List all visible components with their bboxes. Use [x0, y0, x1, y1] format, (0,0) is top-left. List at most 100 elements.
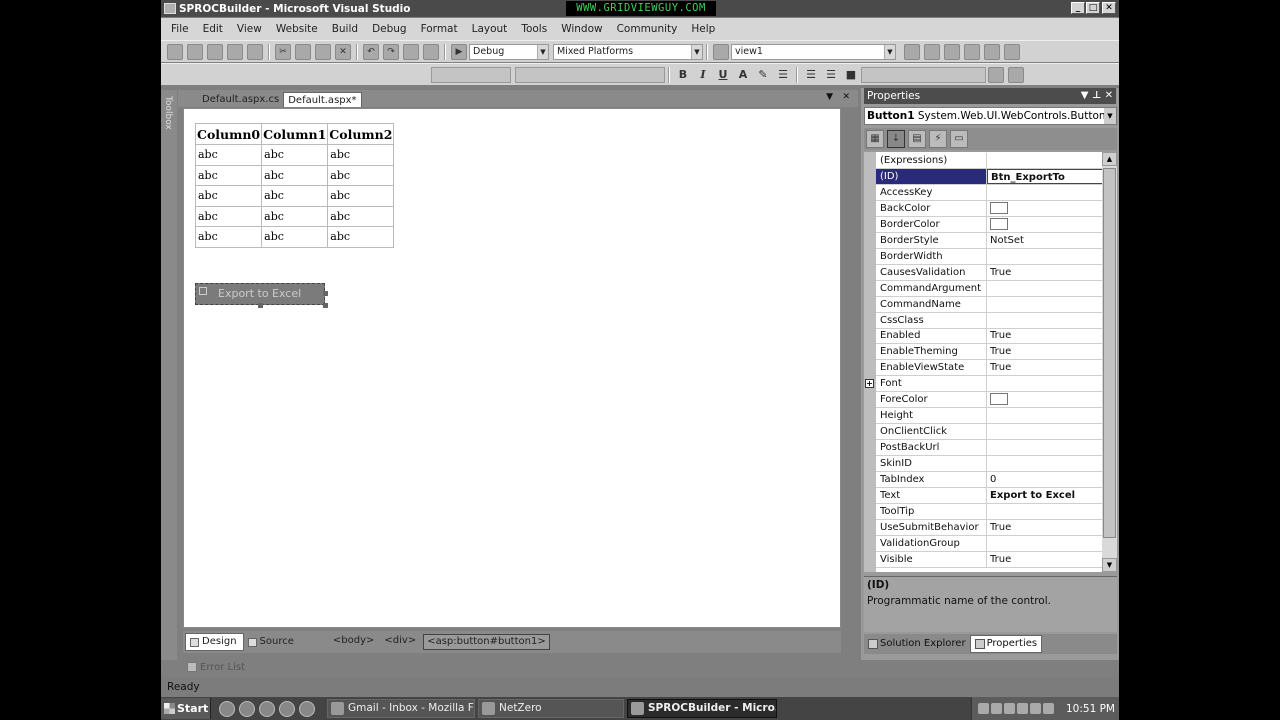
tab-properties[interactable]: Properties	[969, 635, 1043, 653]
gridview-control[interactable]: Column0 Column1 Column2 abc abc abc abc abc…	[194, 123, 395, 248]
tray-icon[interactable]	[991, 703, 1002, 714]
design-surface[interactable]: Column0 Column1 Column2 abc abc abc abc abc…	[183, 108, 841, 628]
property-row[interactable]: EnableTheming True	[876, 344, 1105, 361]
property-row[interactable]: Font	[876, 376, 1105, 393]
property-row[interactable]: CommandArgument	[876, 280, 1105, 297]
find-in-files-icon[interactable]	[713, 43, 729, 60]
resize-handle[interactable]	[323, 291, 328, 296]
chevron-down-icon[interactable]: ▼	[826, 92, 833, 102]
property-value[interactable]	[987, 424, 1105, 439]
tab-default-aspx[interactable]: Default.aspx*	[283, 92, 362, 107]
task-visual-studio[interactable]: SPROCBuilder - Micro...	[627, 699, 777, 718]
property-value[interactable]	[987, 456, 1105, 471]
font-color-icon[interactable]: A	[734, 67, 752, 83]
italic-icon[interactable]: I	[694, 67, 712, 83]
toolbar-combo-disabled[interactable]	[861, 66, 986, 83]
justify-icon[interactable]: ☰	[774, 67, 792, 83]
color-swatch[interactable]	[990, 201, 1008, 214]
property-row[interactable]: Text Export to Excel	[876, 487, 1105, 504]
property-value[interactable]: True	[987, 552, 1105, 567]
pin-icon[interactable]: ⊥	[1092, 90, 1101, 101]
menu-edit[interactable]: Edit	[203, 23, 231, 35]
property-grid-scrollbar[interactable]: ▲ ▼	[1102, 152, 1117, 572]
navigate-forward-icon[interactable]	[423, 43, 439, 60]
property-value[interactable]	[987, 185, 1105, 200]
tab-solution-explorer[interactable]: Solution Explorer	[864, 635, 970, 653]
property-value[interactable]	[987, 504, 1105, 519]
highlight-color-icon[interactable]: ✎	[754, 67, 772, 83]
check-accessibility-icon[interactable]	[988, 66, 1004, 83]
close-tab-icon[interactable]: ✕	[842, 92, 850, 102]
menu-tools[interactable]: Tools	[521, 23, 555, 35]
categorized-icon[interactable]: ▦	[866, 130, 884, 148]
firefox-icon[interactable]	[239, 700, 255, 717]
color-swatch[interactable]	[990, 393, 1008, 406]
property-row[interactable]: BackColor	[876, 200, 1105, 217]
copy-icon[interactable]	[295, 43, 311, 60]
menu-website[interactable]: Website	[276, 23, 326, 35]
property-row[interactable]: (Expressions)	[876, 153, 1105, 169]
menu-help[interactable]: Help	[691, 23, 723, 35]
expand-icon[interactable]: +	[865, 379, 874, 389]
toolbox-sidebar[interactable]: Toolbox	[161, 90, 177, 660]
tab-design[interactable]: Design	[185, 633, 244, 651]
property-row[interactable]: CausesValidation True	[876, 264, 1105, 281]
start-debugging-icon[interactable]: ▶	[451, 43, 467, 60]
resize-handle[interactable]	[323, 303, 328, 308]
scroll-down-icon[interactable]: ▼	[1102, 558, 1117, 572]
tray-icon[interactable]	[1043, 703, 1054, 714]
close-button[interactable]: ✕	[1102, 2, 1116, 14]
chevron-down-icon[interactable]: ▼	[1081, 90, 1089, 101]
property-value[interactable]	[987, 297, 1105, 312]
property-value[interactable]: True	[987, 360, 1105, 375]
toolbar-options-icon[interactable]	[1004, 43, 1020, 60]
property-value[interactable]: True	[987, 265, 1105, 280]
property-row[interactable]: BorderColor	[876, 216, 1105, 233]
property-value[interactable]	[987, 313, 1105, 328]
export-to-excel-button[interactable]: Export to Excel	[195, 283, 325, 305]
find-combo[interactable]: view1 ▼	[731, 43, 896, 60]
property-row[interactable]: AccessKey	[876, 184, 1105, 201]
close-icon[interactable]: ✕	[1105, 90, 1113, 101]
save-all-icon[interactable]	[247, 43, 263, 60]
breadcrumb-div[interactable]: <div>	[381, 634, 419, 650]
tab-default-aspx-cs[interactable]: Default.aspx.cs	[198, 92, 283, 107]
property-row[interactable]: UseSubmitBehavior True	[876, 519, 1105, 536]
font-name-combo[interactable]	[515, 66, 665, 83]
property-value[interactable]	[987, 392, 1105, 407]
property-value[interactable]: True	[987, 520, 1105, 535]
redo-icon[interactable]: ↷	[383, 43, 399, 60]
quicklaunch-icon[interactable]	[279, 700, 295, 717]
save-icon[interactable]	[227, 43, 243, 60]
tray-icon[interactable]	[1017, 703, 1028, 714]
alphabetical-icon[interactable]: ↓	[887, 130, 905, 148]
property-row[interactable]: Visible True	[876, 551, 1105, 568]
property-value[interactable]: True	[987, 328, 1105, 343]
object-selector-combo[interactable]: Button1 System.Web.UI.WebControls.Button…	[864, 107, 1117, 125]
quicklaunch-icon[interactable]	[299, 700, 315, 717]
menu-window[interactable]: Window	[561, 23, 610, 35]
open-file-icon[interactable]	[207, 43, 223, 60]
property-row[interactable]: CssClass	[876, 312, 1105, 329]
underline-icon[interactable]: U	[714, 67, 732, 83]
navigate-back-icon[interactable]	[403, 43, 419, 60]
property-value[interactable]	[987, 201, 1105, 216]
quicklaunch-icon[interactable]	[259, 700, 275, 717]
scroll-up-icon[interactable]: ▲	[1102, 152, 1117, 166]
resize-handle[interactable]	[258, 303, 263, 308]
property-value[interactable]: NotSet	[987, 233, 1105, 248]
color-swatch[interactable]	[990, 217, 1008, 230]
property-row[interactable]: EnableViewState True	[876, 360, 1105, 377]
cut-icon[interactable]: ✂	[275, 43, 291, 60]
object-browser-icon[interactable]	[944, 43, 960, 60]
property-row[interactable]: BorderWidth	[876, 248, 1105, 265]
property-value[interactable]	[987, 281, 1105, 296]
property-value[interactable]	[987, 217, 1105, 232]
menu-view[interactable]: View	[237, 23, 270, 35]
property-row[interactable]: ToolTip	[876, 503, 1105, 520]
solution-explorer-icon[interactable]	[904, 43, 920, 60]
property-row[interactable]: TabIndex 0	[876, 472, 1105, 488]
property-pages-icon[interactable]: ▭	[950, 130, 968, 148]
property-value[interactable]	[987, 249, 1105, 264]
property-row[interactable]: (ID) Btn_ExportTo	[876, 168, 1105, 185]
